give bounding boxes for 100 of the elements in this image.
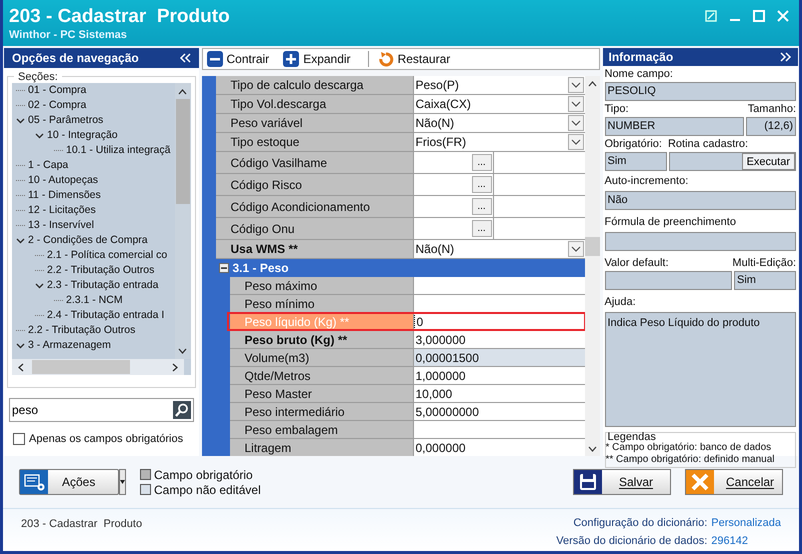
tree-item[interactable]: 2.2 - Tributação Outros [47,262,154,278]
field-label: Rotina cadastro: [668,138,748,151]
field-label: Ajuda: [604,296,636,308]
property-value[interactable]: 0,00001500 [414,349,584,366]
execute-button[interactable]: Executar [742,153,795,170]
field-label: Multi-Edição: [732,257,796,270]
panel-title: Opções de navegação [12,50,139,67]
scrollbar-thumb[interactable] [584,237,600,256]
property-value[interactable]: 5,00000000 [414,403,584,420]
tree-item[interactable]: 2.1 - Política comercial co [47,248,168,264]
property-label: Peso variável [216,114,414,132]
property-label: Peso embalagem [230,421,414,438]
chevron-down-icon[interactable] [35,282,44,288]
dropdown-button[interactable] [119,469,126,495]
actions-button[interactable]: Ações [19,469,119,495]
horizontal-scrollbar[interactable] [12,359,184,375]
cancel-button[interactable]: Cancelar [685,469,783,495]
scroll-down-icon[interactable] [178,348,187,354]
tree-item[interactable]: 13 - Inservível [28,218,94,234]
property-label: Peso mínimo [230,295,414,312]
property-label: Código Vasilhame [216,152,414,173]
tree-item[interactable]: 1 - Capa [28,158,68,174]
property-label: Tipo Vol.descarga [216,95,414,113]
scrollbar-thumb[interactable] [176,99,190,204]
close-icon [686,470,714,494]
scroll-up-icon[interactable] [588,81,596,87]
tree-item[interactable]: 11 - Dimensões [28,188,101,204]
chevron-down-icon[interactable] [16,118,25,124]
property-label: Peso bruto (Kg) ** [230,331,414,348]
tree-item[interactable]: 2.4 - Tributação entrada I [47,308,164,324]
help-text: Indica Peso Líquido do produto [604,312,796,426]
collapse-icon[interactable] [218,263,228,273]
property-value[interactable]: ... [414,218,584,239]
tree-item[interactable]: 10 - Autopeças [28,172,98,188]
collapse-panel-icon[interactable] [178,53,190,63]
checkbox[interactable] [13,433,25,446]
expand-panel-icon[interactable] [780,52,792,62]
tree-item[interactable]: 2 - Condições de Compra [28,232,148,248]
tree-item[interactable]: 02 - Compra [28,98,86,114]
field-label: Valor default: [604,257,669,270]
property-value[interactable]: Peso(P) [414,76,584,94]
read-only-field: Não [604,190,796,210]
ellipsis-button[interactable]: ... [472,198,492,215]
property-value[interactable]: ... [414,196,584,217]
property-label: Código Risco [216,174,414,195]
toolbar-button[interactable]: Contrair [206,49,270,69]
vertical-scrollbar[interactable] [584,76,600,456]
field-label: Obrigatório: [604,138,662,151]
settings-icon [20,470,48,494]
property-value[interactable]: 3,000000 [414,331,584,348]
minus-icon [206,51,222,67]
scroll-down-icon[interactable] [588,446,596,452]
ellipsis-button[interactable]: ... [472,176,492,193]
tree-item[interactable]: 05 - Parâmetros [28,112,104,128]
field-label: Tamanho: [748,103,796,116]
save-button[interactable]: Salvar [573,469,671,495]
chevron-down-icon[interactable] [16,238,25,244]
property-value[interactable]: Não(N) [414,114,584,132]
tree-item[interactable]: 10.1 - Utiliza integraçã [66,142,170,158]
legend-text: * Campo obrigatório: banco de dados [606,442,772,454]
ellipsis-button[interactable]: ... [472,154,492,171]
property-value[interactable]: Não(N) [414,240,584,258]
scrollbar-thumb[interactable] [32,360,130,374]
toolbar-button[interactable]: Restaurar [376,49,452,69]
legend-label: Campo obrigatório [154,468,253,482]
tree-item[interactable]: 2.3.1 - NCM [66,292,123,308]
property-label: Qtde/Metros [230,367,414,384]
toolbar-button[interactable]: Expandir [282,49,352,69]
scroll-up-icon[interactable] [178,89,187,95]
tree-item[interactable]: 10 - Integração [47,128,118,144]
window-title: 203 - Cadastrar Produto [9,6,230,28]
vertical-scrollbar[interactable] [174,83,190,359]
search-icon[interactable] [172,401,190,419]
property-value[interactable]: 0,000000 [414,439,584,456]
tree-item[interactable]: 2.3 - Tributação entrada [47,278,158,294]
tree-item[interactable]: 3 - Armazenagem [28,338,111,354]
ellipsis-button[interactable]: ... [472,220,492,237]
status-value: Personalizada [711,516,781,531]
chevron-down-icon[interactable] [16,342,25,348]
property-label: Peso máximo [230,277,414,294]
property-value[interactable]: ... [414,152,584,173]
property-value[interactable]: Caixa(CX) [414,95,584,113]
property-value[interactable]: ... [414,174,584,195]
property-label: Tipo estoque [216,133,414,151]
close-icon[interactable] [777,10,789,22]
panel-title: Informação [608,49,674,66]
read-only-field: NUMBER [604,117,744,136]
scroll-left-icon[interactable] [18,362,24,372]
property-value[interactable]: 10,000 [414,385,584,402]
tree-item[interactable]: 12 - Licitações [28,202,96,218]
tree-item[interactable]: 2.2 - Tributação Outros [28,322,136,338]
status-label: Configuração do dicionário: [572,516,708,531]
maximize-icon[interactable] [753,10,765,22]
tree-item[interactable]: 01 - Compra [28,83,86,98]
scroll-right-icon[interactable] [172,362,178,372]
property-value[interactable]: Frios(FR) [414,133,584,151]
property-value[interactable]: 1,000000 [414,367,584,384]
checkbox-label: Apenas os campos obrigatórios [29,432,184,447]
chevron-down-icon[interactable] [35,132,44,138]
search-field[interactable]: peso [9,398,194,422]
